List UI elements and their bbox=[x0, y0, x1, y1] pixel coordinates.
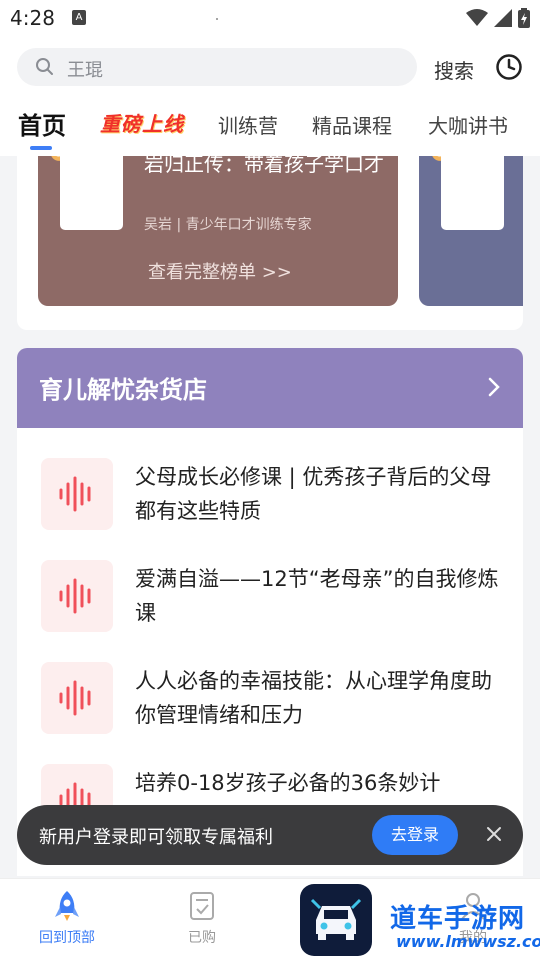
parenting-section: 育儿解忧杂货店 父母成长必修课 | 优秀孩子背后的父母都有这些特质 爱满自溢——… bbox=[17, 348, 523, 876]
tab-new-release[interactable]: 重磅上线 bbox=[100, 108, 184, 137]
ranking-course-title: 岩归正传：带着孩子学口才 bbox=[144, 156, 384, 176]
search-icon bbox=[36, 58, 53, 75]
ranking-card-next[interactable]: 3 bbox=[419, 156, 523, 306]
ranking-course-author: 吴岩 | 青少年口才训练专家 bbox=[144, 217, 312, 233]
list-item[interactable]: 父母成长必修课 | 优秀孩子背后的父母都有这些特质 bbox=[17, 448, 523, 548]
course-title: 培养0-18岁孩子必备的36条妙计 bbox=[135, 771, 441, 795]
battery-icon bbox=[518, 8, 530, 28]
course-cover bbox=[441, 156, 504, 230]
close-icon[interactable] bbox=[483, 823, 505, 845]
tab-indicator bbox=[30, 146, 52, 150]
search-button[interactable]: 搜索 bbox=[434, 55, 474, 84]
list-item[interactable]: 爱满自溢——12节“老母亲”的自我修炼课 bbox=[17, 550, 523, 650]
watermark-title: 道车手游网 bbox=[390, 904, 526, 934]
watermark-url: www.lmwwsz.com bbox=[396, 932, 540, 951]
audio-course-icon bbox=[41, 662, 113, 734]
search-placeholder: 王琨 bbox=[67, 60, 103, 81]
nav-purchased[interactable]: 已购 bbox=[157, 889, 247, 947]
tab-training-camp[interactable]: 训练营 bbox=[218, 110, 278, 139]
rocket-icon bbox=[55, 891, 79, 921]
car-logo-icon bbox=[310, 898, 362, 940]
ranking-carousel: 3 岩归正传：带着孩子学口才 吴岩 | 青少年口才训练专家 查看完整榜单 >> … bbox=[17, 156, 523, 330]
audio-course-icon bbox=[41, 560, 113, 632]
list-item[interactable]: 人人必备的幸福技能：从心理学角度助你管理情绪和压力 bbox=[17, 652, 523, 752]
tab-bar: 首页 重磅上线 训练营 精品课程 大咖讲书 bbox=[0, 104, 540, 152]
ranking-card[interactable]: 3 岩归正传：带着孩子学口才 吴岩 | 青少年口才训练专家 查看完整榜单 >> bbox=[38, 156, 398, 306]
chevron-right-icon bbox=[488, 377, 500, 397]
section-title: 育儿解忧杂货店 bbox=[39, 376, 207, 404]
course-cover bbox=[60, 156, 123, 230]
nav-label: 回到顶部 bbox=[39, 930, 95, 946]
course-title: 父母成长必修课 | 优秀孩子背后的父母都有这些特质 bbox=[135, 465, 492, 523]
audio-course-icon bbox=[41, 458, 113, 530]
signal-icon bbox=[494, 9, 512, 27]
course-title: 爱满自溢——12节“老母亲”的自我修炼课 bbox=[135, 567, 499, 625]
search-input[interactable]: 王琨 bbox=[17, 48, 417, 86]
watermark-logo bbox=[300, 884, 372, 956]
status-time: 4:28 bbox=[10, 6, 55, 30]
tab-premium-courses[interactable]: 精品课程 bbox=[312, 110, 392, 139]
toast-message: 新用户登录即可领取专属福利 bbox=[39, 827, 273, 848]
nav-label: 已购 bbox=[188, 930, 216, 946]
notification-app-icon: A bbox=[72, 10, 86, 25]
tab-expert-books[interactable]: 大咖讲书 bbox=[428, 110, 508, 139]
nav-back-to-top[interactable]: 回到顶部 bbox=[22, 889, 112, 947]
history-clock-icon[interactable] bbox=[495, 53, 523, 81]
status-dot bbox=[216, 18, 218, 20]
purchased-icon bbox=[190, 892, 214, 920]
status-bar: 4:28 A bbox=[0, 0, 540, 36]
header: 王琨 搜索 首页 重磅上线 训练营 精品课程 大咖讲书 bbox=[0, 36, 540, 156]
view-full-ranking-link[interactable]: 查看完整榜单 >> bbox=[148, 258, 292, 284]
main-content: 3 岩归正传：带着孩子学口才 吴岩 | 青少年口才训练专家 查看完整榜单 >> … bbox=[0, 156, 540, 876]
wifi-icon bbox=[466, 9, 488, 26]
tab-home[interactable]: 首页 bbox=[18, 106, 66, 141]
login-promo-toast: 新用户登录即可领取专属福利 去登录 bbox=[17, 805, 523, 865]
login-button[interactable]: 去登录 bbox=[372, 815, 458, 855]
course-title: 人人必备的幸福技能：从心理学角度助你管理情绪和压力 bbox=[135, 669, 492, 727]
section-header[interactable]: 育儿解忧杂货店 bbox=[17, 348, 523, 428]
status-icons bbox=[466, 8, 530, 28]
